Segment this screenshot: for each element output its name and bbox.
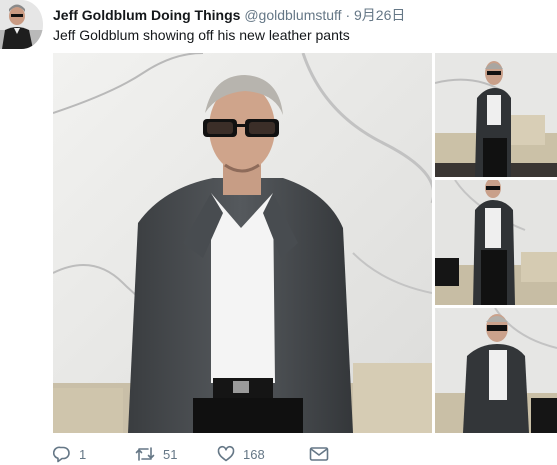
tweet-actions: 1 51 168 [53,443,329,465]
tweet-header: Jeff Goldblum Doing Things @goldblumstuf… [53,6,557,24]
author-handle[interactable]: @goldblumstuff [244,7,341,23]
photo-thumbnail-1[interactable] [435,53,557,177]
author-name[interactable]: Jeff Goldblum Doing Things [53,7,240,23]
media-grid [53,53,557,433]
reply-icon [53,446,70,463]
envelope-icon [309,447,329,461]
direct-message-button[interactable] [309,446,329,462]
photo-thumbnail-2[interactable] [435,180,557,305]
photo-thumbnail-3[interactable] [435,308,557,433]
reply-count: 1 [79,446,87,462]
tweet-text: Jeff Goldblum showing off his new leathe… [53,27,350,43]
separator-dot: · [345,7,351,23]
like-count: 168 [243,446,265,462]
tweet-date[interactable]: 9月26日 [354,7,405,23]
avatar[interactable] [0,0,43,49]
reply-button[interactable]: 1 [53,445,135,463]
retweet-count: 51 [163,446,178,462]
retweet-icon [135,447,155,461]
like-button[interactable]: 168 [217,445,309,463]
retweet-button[interactable]: 51 [135,445,217,463]
photo-main[interactable] [53,53,432,433]
heart-icon [217,445,235,462]
